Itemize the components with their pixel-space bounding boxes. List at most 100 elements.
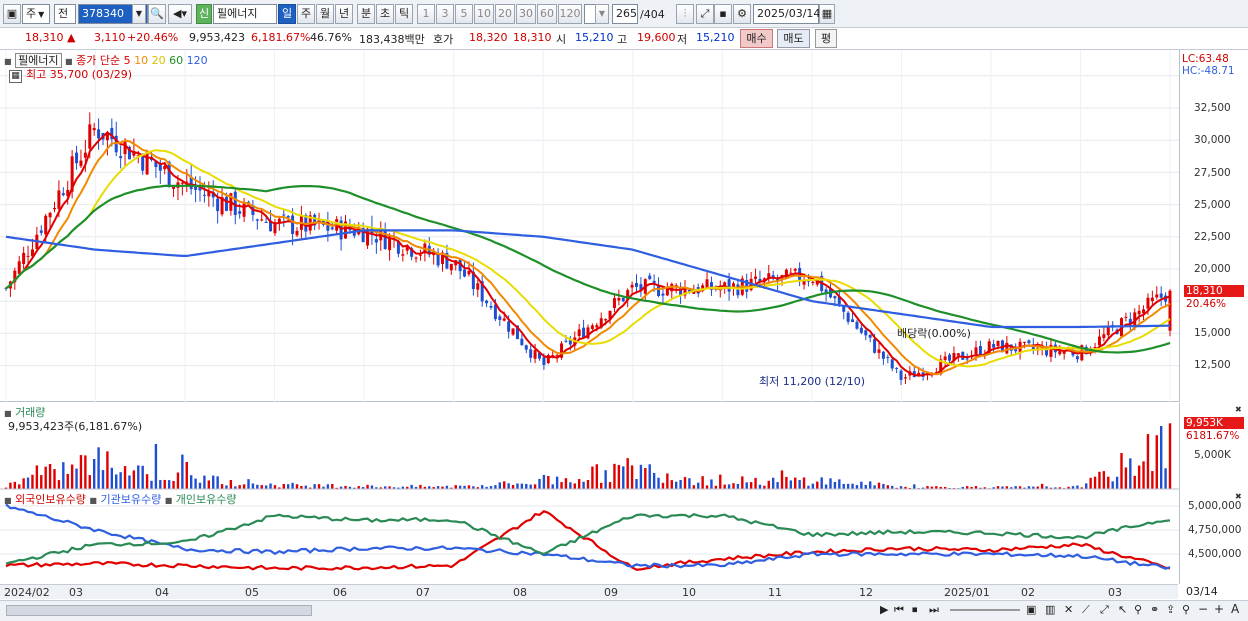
period-tab-year[interactable]: 년 (335, 4, 353, 24)
rewind-icon[interactable]: ⏮ (894, 603, 904, 617)
minute-button-10[interactable]: 10 (474, 4, 494, 24)
window-icon[interactable]: ▣ (3, 4, 21, 24)
candle-body (833, 296, 837, 299)
candle-body (899, 370, 903, 380)
candle-type-icon[interactable]: ⫶ (676, 4, 694, 24)
period-tab-day[interactable]: 일 (278, 4, 296, 24)
view-icon[interactable]: ▣ (1026, 603, 1036, 616)
volume-chart[interactable] (0, 403, 1180, 490)
volume-bar (600, 482, 603, 489)
code-dropdown-icon[interactable]: ▼ (132, 4, 146, 24)
candle-body (238, 211, 242, 214)
period-tab-month[interactable]: 월 (316, 4, 334, 24)
minute-button-30[interactable]: 30 (516, 4, 536, 24)
candle-body (992, 344, 996, 348)
volume-bar (494, 485, 497, 489)
chevron-down-icon: ▼ (38, 10, 45, 19)
volume-bar (697, 482, 700, 489)
volume-bar (710, 479, 713, 489)
minute-button-120[interactable]: 120 (558, 4, 582, 24)
buy-button[interactable]: 매수 (740, 29, 773, 48)
credit-badge: 신 (196, 4, 212, 24)
date-input[interactable]: 2025/03/14 (753, 4, 820, 24)
layout-icon[interactable]: ▥ (1045, 603, 1055, 616)
minute-button-3[interactable]: 3 (436, 4, 454, 24)
link-icon[interactable]: ⚭ (1150, 603, 1159, 616)
volume-bar (207, 480, 211, 489)
draw-tool-icon[interactable]: ⤢ (696, 4, 714, 24)
custom-period-dropdown-icon[interactable]: ▼ (595, 4, 609, 24)
crosshair-icon[interactable]: ✕ (1064, 603, 1073, 616)
tool-icon[interactable]: ⚲ (1134, 603, 1142, 616)
legend-dot-icon: ■ (4, 57, 12, 66)
candle-body (224, 196, 228, 211)
zoom-in-icon[interactable]: + (1214, 602, 1224, 616)
period-tab-second[interactable]: 초 (376, 4, 394, 24)
avg-button[interactable]: 평 (815, 29, 837, 48)
volume-bar (79, 455, 83, 489)
volume-bar (242, 484, 246, 489)
export-icon[interactable]: ⇪ (1166, 603, 1175, 616)
speaker-icon[interactable]: ◀▾ (168, 4, 192, 24)
period-tab-minute[interactable]: 분 (357, 4, 375, 24)
period-tab-tick[interactable]: 틱 (395, 4, 413, 24)
candle-body (824, 289, 828, 293)
volume-bar (846, 483, 850, 489)
search-icon[interactable]: 🔍 (148, 4, 166, 24)
draw-line-icon[interactable]: ⟋ (1082, 603, 1090, 617)
volume-bar (860, 481, 863, 489)
candle-body (943, 356, 947, 360)
scroll-right-icon[interactable]: ▶ (880, 603, 888, 616)
candle-body (1146, 297, 1150, 309)
fast-forward-icon[interactable]: ⏭ (929, 603, 939, 617)
stop-icon[interactable]: ⏹ (912, 603, 918, 617)
speed-slider[interactable] (950, 609, 1020, 611)
panel-close-icon[interactable]: ✖ (1235, 405, 1242, 414)
volume-bar (688, 478, 691, 489)
minute-button-20[interactable]: 20 (495, 4, 515, 24)
volume-bar (569, 482, 572, 489)
minute-button-1[interactable]: 1 (417, 4, 435, 24)
candle-body (194, 186, 198, 190)
panel-close-icon[interactable]: ✖ (1235, 492, 1242, 501)
candle-body (202, 194, 206, 196)
volume-bar (145, 474, 149, 489)
candle-body (141, 156, 145, 171)
gear-icon[interactable]: ⚙ (733, 4, 751, 24)
volume-bar (238, 485, 241, 489)
market-select[interactable]: 주 ▼ (22, 4, 50, 24)
save-icon[interactable]: ▪ (714, 4, 732, 24)
date-label: 03 (69, 586, 83, 599)
mode-select[interactable]: 전 (54, 4, 76, 24)
volume-bar (745, 482, 748, 489)
volume-bar (97, 447, 100, 489)
draw-ray-icon[interactable]: ⤢ (1100, 603, 1109, 617)
volume-axis: 9,953K 6181.67% 5,000K ✖ (1179, 403, 1248, 490)
candle-body (974, 347, 978, 355)
volume-bar (780, 470, 784, 489)
volume-bar (622, 466, 625, 489)
last-date-label: 03/14 (1186, 585, 1218, 598)
count-input[interactable]: 265 (612, 4, 638, 24)
zoom-out-icon[interactable]: − (1198, 602, 1208, 616)
scroll-thumb[interactable] (6, 605, 312, 616)
font-size-icon[interactable]: A (1231, 602, 1239, 616)
sell-button[interactable]: 매도 (777, 29, 810, 48)
candle-body (665, 288, 669, 296)
calendar-icon[interactable]: ▦ (819, 4, 835, 24)
candle-body (705, 279, 709, 289)
volume-bar (9, 482, 12, 489)
volume-bar (723, 484, 726, 489)
high-label: 고 (617, 33, 628, 46)
volume-pct: 6,181.67% (251, 31, 311, 44)
grid-icon[interactable]: ▦ (9, 70, 22, 83)
volume-bar (776, 482, 779, 489)
price-chart[interactable] (0, 50, 1180, 402)
cursor-icon[interactable]: ↖ (1118, 603, 1127, 616)
minute-button-60[interactable]: 60 (537, 4, 557, 24)
minute-button-5[interactable]: 5 (455, 4, 473, 24)
open-price: 15,210 (575, 31, 614, 44)
period-tab-week[interactable]: 주 (297, 4, 315, 24)
candle-body (789, 272, 793, 274)
zoom-icon[interactable]: ⚲ (1182, 603, 1190, 616)
